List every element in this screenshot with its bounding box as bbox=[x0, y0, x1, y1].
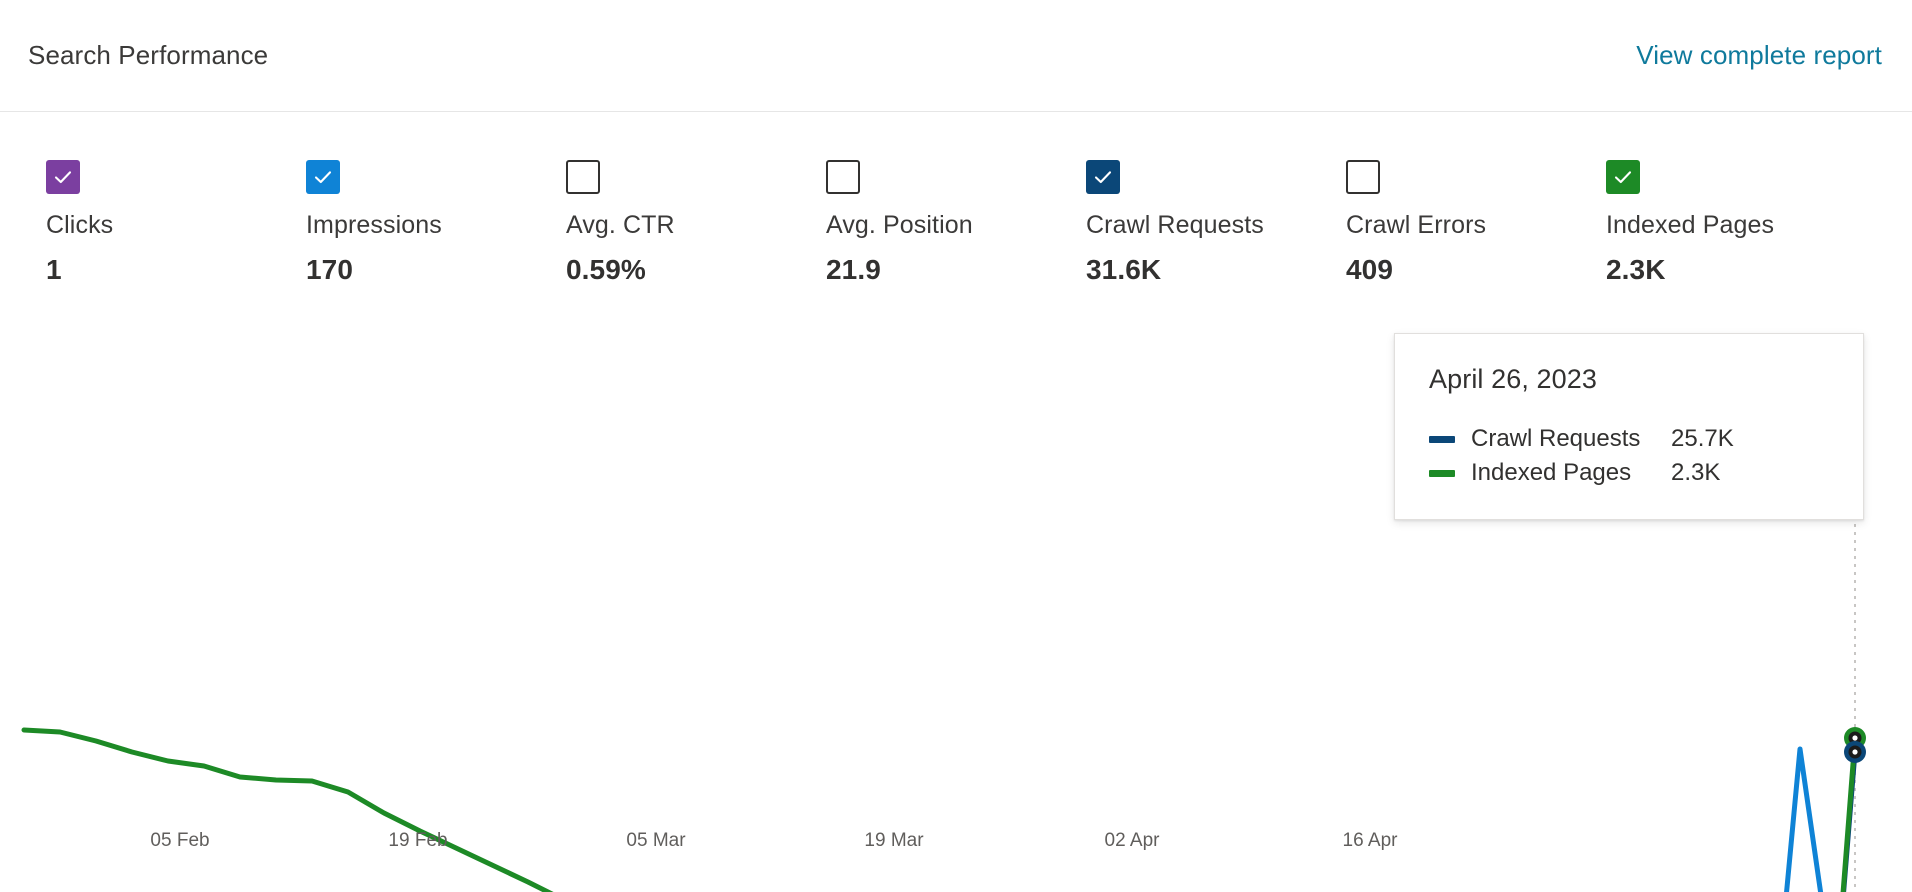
metric-label: Impressions bbox=[306, 211, 442, 239]
metric-toggle-clicks[interactable]: Clicks 1 bbox=[46, 160, 306, 286]
empty-checkbox-icon[interactable] bbox=[826, 160, 860, 194]
metric-label: Crawl Errors bbox=[1346, 211, 1487, 239]
metric-toggle-crawl-errors[interactable]: Crawl Errors 409 bbox=[1346, 160, 1606, 286]
empty-checkbox-icon[interactable] bbox=[566, 160, 600, 194]
metric-toggle-crawl-requests[interactable]: Crawl Requests 31.6K bbox=[1086, 160, 1346, 286]
metric-value: 409 bbox=[1346, 254, 1394, 285]
check-icon[interactable] bbox=[1086, 160, 1120, 194]
tooltip-row: Crawl Requests 25.7K bbox=[1429, 425, 1829, 453]
view-complete-report-link[interactable]: View complete report bbox=[1636, 40, 1882, 71]
tooltip-series-name: Crawl Requests bbox=[1471, 425, 1641, 452]
marker-core bbox=[1852, 749, 1858, 755]
metric-value: 0.59% bbox=[566, 254, 646, 285]
check-icon[interactable] bbox=[46, 160, 80, 194]
metric-label: Crawl Requests bbox=[1086, 211, 1264, 239]
empty-checkbox-icon[interactable] bbox=[1346, 160, 1380, 194]
page-title: Search Performance bbox=[28, 40, 269, 70]
marker-core bbox=[1852, 735, 1858, 741]
legend-swatch-icon bbox=[1429, 435, 1455, 443]
metric-toggle-strip: Clicks 1 Impressions 170 Avg. CTR 0.59% Avg. P… bbox=[0, 112, 1912, 286]
metric-toggle-impressions[interactable]: Impressions 170 bbox=[306, 160, 566, 286]
tooltip-date: April 26, 2023 bbox=[1429, 364, 1598, 394]
tooltip-series-name: Indexed Pages bbox=[1471, 459, 1632, 486]
check-icon[interactable] bbox=[306, 160, 340, 194]
metric-value: 31.6K bbox=[1086, 254, 1162, 285]
chart-marker-crawl-requests bbox=[1844, 741, 1866, 763]
chart-tooltip: April 26, 2023 Crawl Requests 25.7K Indexe… bbox=[1394, 333, 1864, 520]
card-header: Search Performance View complete report bbox=[0, 0, 1912, 112]
chart-line-impressions bbox=[1784, 746, 1824, 892]
tooltip-series-list: Crawl Requests 25.7K Indexed Pages 2.3K bbox=[1429, 425, 1829, 487]
metric-label: Avg. CTR bbox=[566, 211, 675, 239]
legend-swatch-icon bbox=[1429, 469, 1455, 477]
metric-label: Avg. Position bbox=[826, 211, 973, 239]
metric-toggle-avg-ctr[interactable]: Avg. CTR 0.59% bbox=[566, 160, 826, 286]
metric-label: Indexed Pages bbox=[1606, 211, 1775, 239]
metric-value: 170 bbox=[306, 254, 354, 285]
metric-toggle-avg-position[interactable]: Avg. Position 21.9 bbox=[826, 160, 1086, 286]
chart-line-indexed-pages bbox=[21, 727, 1858, 892]
metric-value: 2.3K bbox=[1606, 254, 1666, 285]
metric-value: 1 bbox=[46, 254, 62, 285]
metric-label: Clicks bbox=[46, 211, 114, 239]
tooltip-row: Indexed Pages 2.3K bbox=[1429, 459, 1829, 487]
tooltip-series-value: 2.3K bbox=[1671, 459, 1721, 486]
metric-value: 21.9 bbox=[826, 254, 881, 285]
tooltip-series-value: 25.7K bbox=[1671, 425, 1734, 452]
chart-line-crawl-requests bbox=[1841, 749, 1858, 892]
check-icon[interactable] bbox=[1606, 160, 1640, 194]
metric-toggle-indexed-pages[interactable]: Indexed Pages 2.3K bbox=[1606, 160, 1866, 286]
